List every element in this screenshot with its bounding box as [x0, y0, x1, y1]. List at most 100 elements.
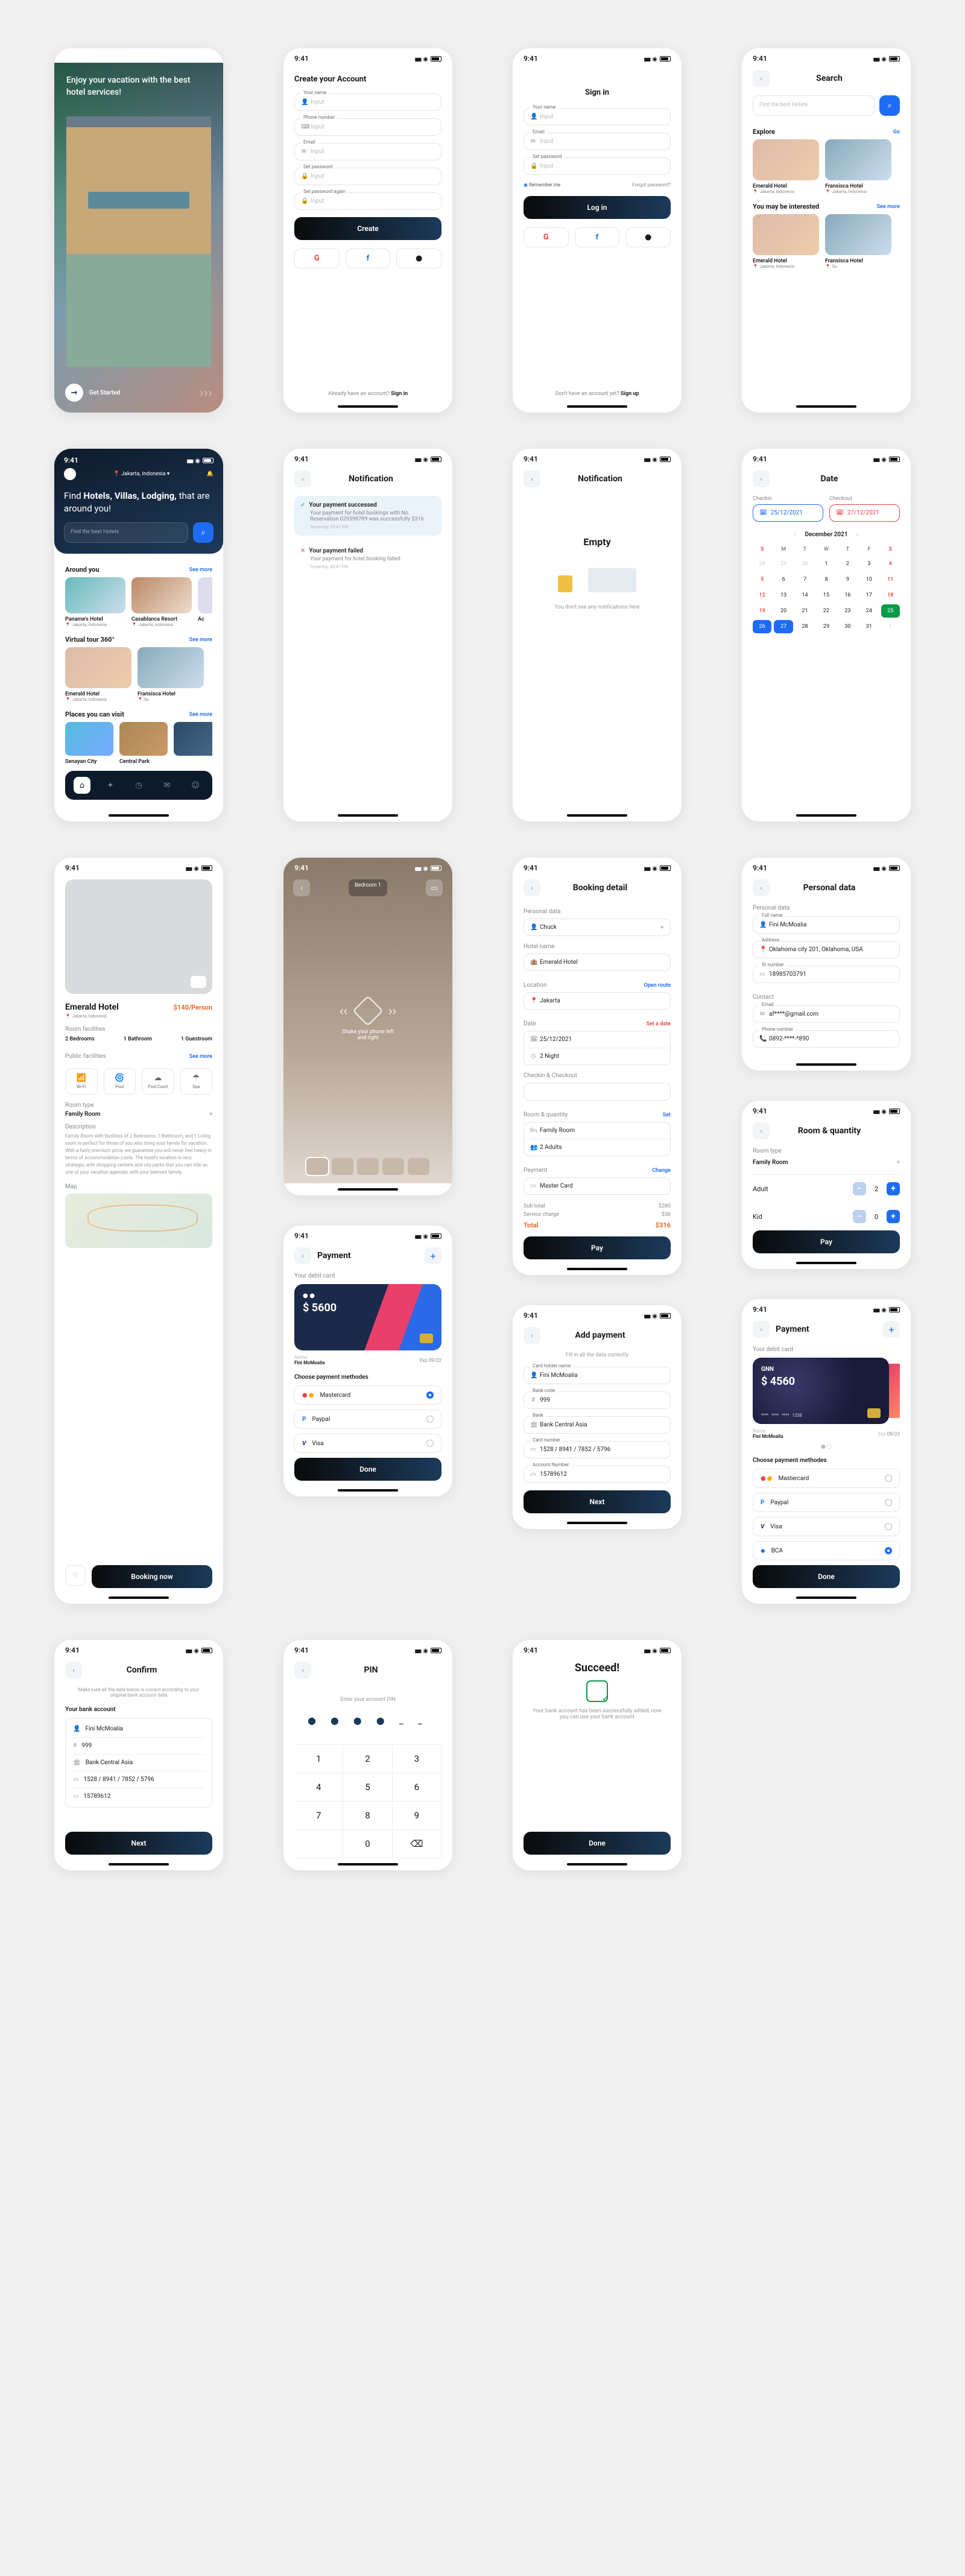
pm-bca[interactable]: ◆BCA — [753, 1541, 900, 1560]
vr-thumbs[interactable] — [306, 1158, 429, 1175]
facebook-button[interactable]: f — [346, 248, 391, 268]
forgot-link[interactable]: Forgot password? — [632, 182, 671, 188]
next-month[interactable]: › — [856, 531, 858, 538]
phone-input[interactable]: Phone number⌨Input — [294, 118, 441, 136]
noti-item[interactable]: ✕Your payment failed Your payment for ho… — [294, 542, 441, 575]
kid-plus[interactable]: + — [887, 1210, 900, 1223]
place-card[interactable] — [174, 722, 212, 765]
bankcode-input[interactable]: Bank code#999 — [524, 1391, 671, 1409]
prev-month[interactable]: ‹ — [794, 531, 796, 538]
phone-field[interactable]: Phone number📞0892-****-*890 — [753, 1030, 900, 1048]
room-input[interactable]: 🛏Family Room👥2 Adults — [524, 1122, 671, 1156]
name-input[interactable]: Your name👤Input — [524, 108, 671, 125]
card-pager[interactable]: ● ○ — [753, 1444, 900, 1450]
name-field[interactable]: Full name👤Fini McMoalia — [753, 916, 900, 934]
google-button[interactable]: G — [294, 248, 340, 268]
apple-button[interactable]: ● — [396, 248, 441, 268]
back-button[interactable]: ‹ — [294, 470, 311, 487]
calendar[interactable]: SMTWTFS 2829301234 567891011 12131415161… — [753, 544, 900, 633]
debit-card[interactable]: ● ● $ 5600 — [294, 1284, 441, 1350]
checkin-out[interactable] — [524, 1083, 671, 1101]
pm-visa[interactable]: VVisa — [753, 1517, 900, 1536]
login-button[interactable]: Log in — [524, 196, 671, 219]
search-input[interactable]: Find the best Hotels — [753, 95, 875, 116]
cardnum-input[interactable]: Card number▭1528 / 8941 / 7852 / 5796 — [524, 1441, 671, 1458]
done-button[interactable]: Done — [524, 1832, 671, 1855]
hotel-card[interactable]: Emerald Hotel📍Jakarta, Indonesia — [753, 214, 819, 269]
google-button[interactable]: G — [524, 227, 569, 247]
back-button[interactable]: ‹ — [753, 70, 770, 87]
checkin-input[interactable]: 🗓25/12/2021 — [753, 504, 823, 522]
tour-card[interactable]: Emerald Hotel📍 Jakarta, Indonesia — [65, 647, 131, 702]
back-button[interactable]: ‹ — [294, 1247, 311, 1264]
date-input[interactable]: 🗓25/12/2021◷2 Night — [524, 1031, 671, 1065]
checkout-input[interactable]: 🗓27/12/2021 — [829, 504, 900, 522]
place-card[interactable]: Central Park — [119, 722, 168, 765]
password-input[interactable]: Set password🔒Input — [524, 157, 671, 175]
next-button[interactable]: Next — [524, 1490, 671, 1513]
place-card[interactable]: Senayan City — [65, 722, 113, 765]
hotel-card[interactable]: Fransisca Hotel📍Su — [825, 214, 891, 269]
guest-input[interactable]: 👤Chuck▸ — [524, 919, 671, 936]
add-button[interactable]: + — [425, 1247, 441, 1264]
back-button[interactable]: ‹ — [753, 1321, 770, 1338]
hotel-card[interactable]: Casablanca Resort📍 Jakarta, Indonesia — [131, 577, 192, 627]
hotel-card[interactable]: Emerald Hotel📍Jakarta, Indonesia — [753, 139, 819, 194]
done-button[interactable]: Done — [294, 1458, 441, 1481]
pm-mastercard[interactable]: ●●Mastercard — [294, 1385, 441, 1405]
back-button[interactable]: ‹ — [753, 879, 770, 896]
noti-item[interactable]: ✓Your payment successed Your payment for… — [294, 496, 441, 536]
signup-link[interactable]: Don't have an account yet? Sign up — [524, 391, 671, 397]
back-button[interactable]: ‹ — [524, 1327, 540, 1344]
booking-button[interactable]: Booking now — [92, 1565, 212, 1588]
apple-button[interactable]: ● — [625, 227, 671, 247]
hotel-input[interactable]: 🏨Emerald Hotel — [524, 954, 671, 971]
nav-mail-icon[interactable]: ✉ — [159, 777, 176, 794]
adult-minus[interactable]: − — [853, 1182, 866, 1195]
email-input[interactable]: Email✉Input — [294, 143, 441, 160]
adult-plus[interactable]: + — [887, 1182, 900, 1195]
facebook-button[interactable]: f — [575, 227, 620, 247]
location-picker[interactable]: 📍 Jakarta, Indonesia ▾ — [113, 471, 170, 477]
tour-card[interactable]: Fransisca Hotel📍 Su — [138, 647, 204, 702]
hotel-card[interactable]: Paname's Hotel📍 Jakarta, Indonesia — [65, 577, 125, 627]
nav-clock-icon[interactable]: ◷ — [130, 777, 147, 794]
kid-minus[interactable]: − — [853, 1210, 866, 1223]
name-input[interactable]: Your name👤Input — [294, 93, 441, 111]
pm-paypal[interactable]: PPaypal — [294, 1410, 441, 1429]
see-more-link[interactable]: See more — [189, 567, 212, 573]
acctnum-input[interactable]: Account Number▭15789612 — [524, 1466, 671, 1483]
get-started-button[interactable]: → Get Started ››› — [54, 373, 223, 413]
nav-compass-icon[interactable]: ✦ — [102, 777, 119, 794]
email-input[interactable]: Email✉Input — [524, 133, 671, 150]
nav-home-icon[interactable]: ⌂ — [74, 777, 90, 794]
cardholder-input[interactable]: Card holder name👤Fini McMoalia — [524, 1367, 671, 1384]
bell-icon[interactable]: 🔔 — [207, 471, 214, 477]
change-link[interactable]: Change — [652, 1168, 671, 1174]
search-button[interactable]: ⌕ — [879, 95, 900, 116]
vr-gyro[interactable]: ‹‹›› — [340, 1000, 396, 1022]
back-button[interactable]: ‹ — [294, 1662, 311, 1679]
pm-mastercard[interactable]: ●●Mastercard — [753, 1469, 900, 1488]
pm-paypal[interactable]: PPaypal — [753, 1493, 900, 1512]
back-button[interactable]: ‹ — [524, 470, 540, 487]
avatar[interactable] — [64, 468, 76, 480]
back-button[interactable]: ‹ — [753, 1122, 770, 1139]
password-input[interactable]: Set password🔒Input — [294, 168, 441, 185]
gallery-icon[interactable] — [191, 976, 206, 988]
signin-link[interactable]: Already have an account? Sign in — [294, 391, 441, 397]
nav-user-icon[interactable]: ☺ — [187, 777, 204, 794]
bank-input[interactable]: Bank🏛Bank Central Asia — [524, 1416, 671, 1434]
room-type-picker[interactable]: Family Room▾ — [65, 1111, 212, 1118]
create-button[interactable]: Create — [294, 217, 441, 240]
password2-input[interactable]: Set password again🔒Input — [294, 192, 441, 210]
remember-checkbox[interactable]: ◉ Remember me — [524, 182, 560, 188]
add-button[interactable]: + — [883, 1321, 900, 1338]
email-field[interactable]: Email✉af****@gmail.com — [753, 1005, 900, 1023]
next-button[interactable]: Next — [65, 1832, 212, 1855]
hotel-card[interactable]: Ac — [198, 577, 212, 627]
pay-button[interactable]: Pay — [524, 1236, 671, 1259]
debit-card[interactable]: GNN $ 4560 **** **** **** 1258 — [753, 1358, 889, 1424]
room-type-select[interactable]: Family Room▾ — [753, 1154, 900, 1175]
favorite-button[interactable]: ♡ — [65, 1565, 86, 1586]
